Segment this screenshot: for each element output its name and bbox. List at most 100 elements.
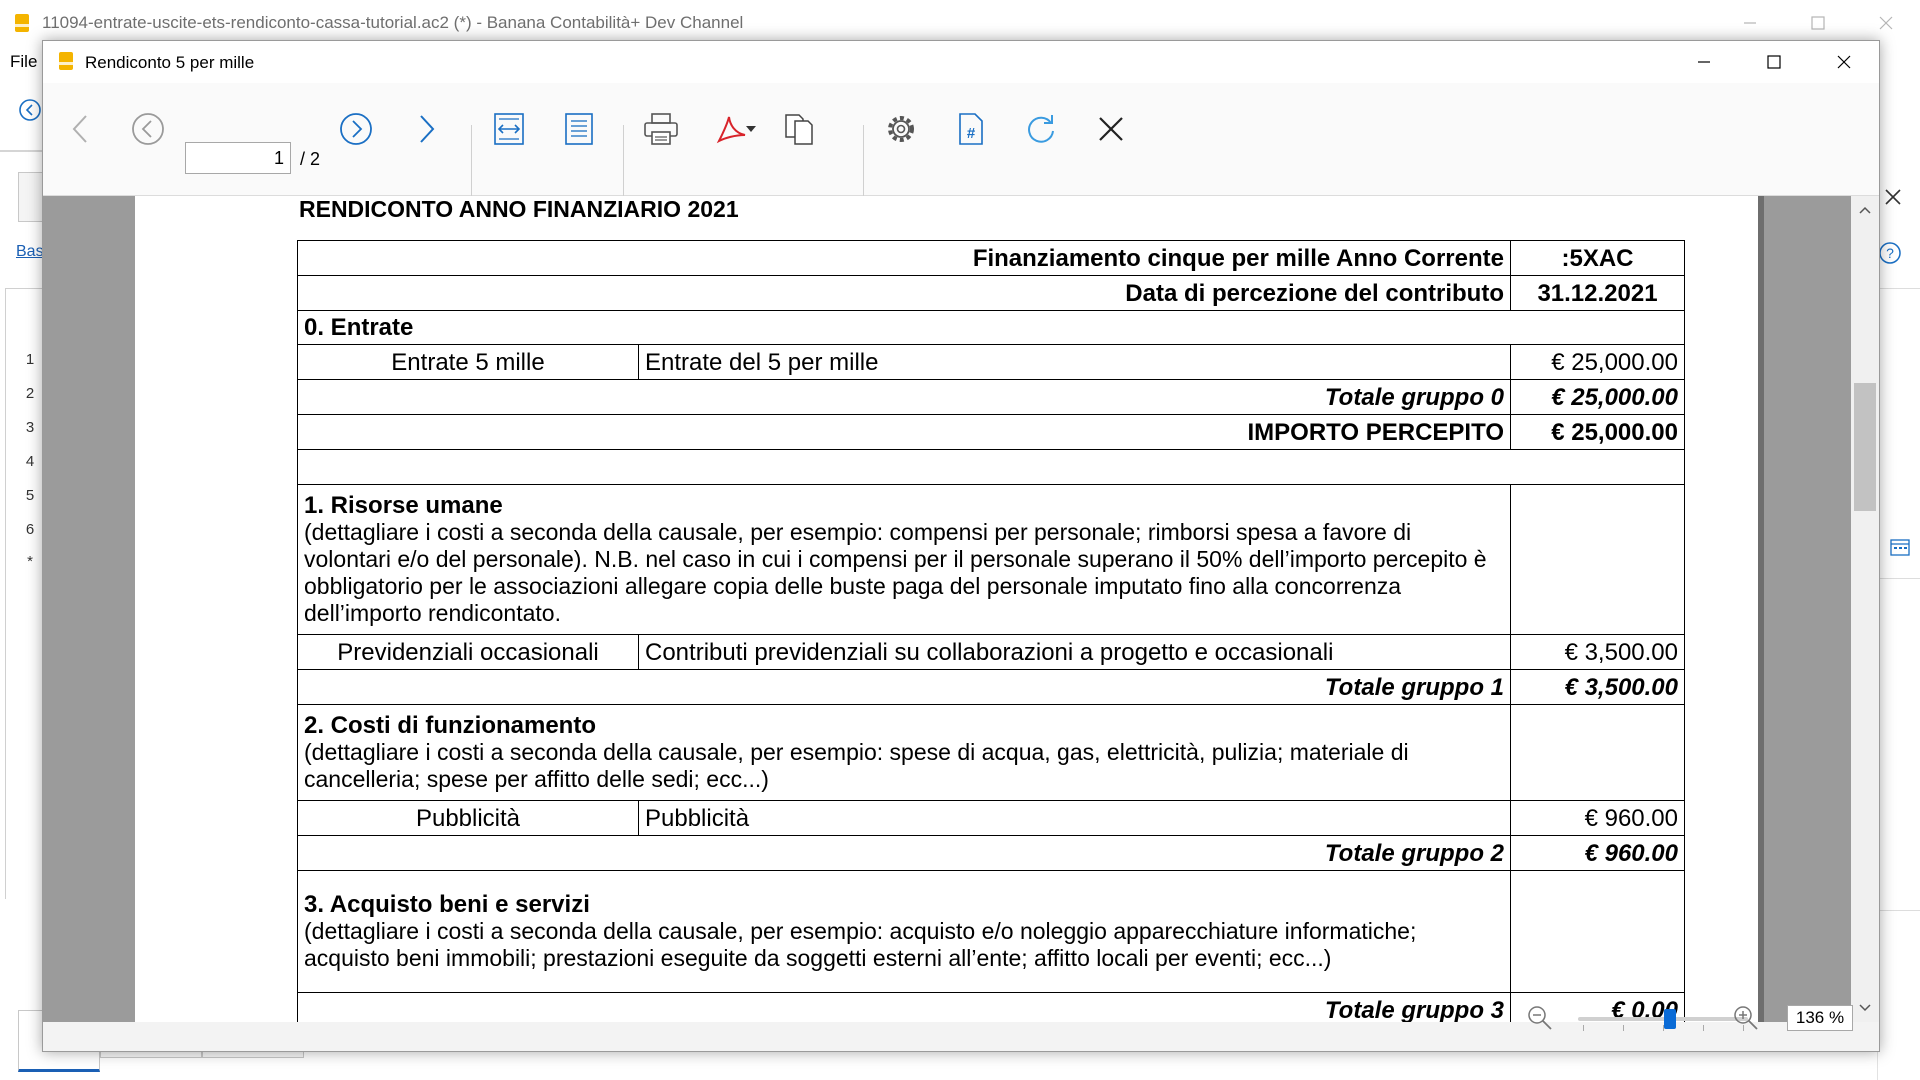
refresh-icon (1028, 115, 1054, 143)
page-number-input[interactable] (185, 142, 291, 174)
total-label: Totale gruppo 3 (297, 992, 1511, 1022)
date-label: Data di percezione del contributo (297, 275, 1511, 311)
close-icon (1879, 16, 1893, 30)
row-number[interactable]: 4 (20, 453, 40, 470)
zoom-in-icon[interactable] (1731, 1003, 1761, 1033)
previous-page-button[interactable] (128, 109, 168, 149)
scroll-up-button[interactable] (1851, 196, 1879, 224)
help-icon[interactable]: ? (1877, 240, 1903, 266)
printer-icon (644, 113, 678, 145)
row-number[interactable]: * (20, 553, 40, 570)
vertical-scrollbar[interactable] (1851, 196, 1879, 1022)
banana-app-icon (59, 52, 73, 70)
section-title: 2. Costi di funzionamento (304, 712, 596, 739)
last-page-button[interactable] (406, 109, 446, 149)
zoom-tick (1583, 1025, 1584, 1031)
row-number[interactable]: 3 (20, 419, 40, 436)
table-row: Totale gruppo 1 € 3,500.00 (297, 669, 1685, 705)
empty-cell (297, 449, 1685, 485)
menu-file[interactable]: File (10, 52, 37, 72)
main-window-title: 11094-entrate-uscite-ets-rendiconto-cass… (42, 13, 744, 32)
section-description: (dettagliare i costi a seconda della cau… (304, 519, 1487, 626)
table-row: Totale gruppo 3 € 0.00 (297, 992, 1685, 1022)
fit-width-button[interactable] (489, 109, 529, 149)
dialog-close-button[interactable] (1809, 41, 1879, 83)
empty-cell (1510, 870, 1685, 993)
main-divider (1877, 578, 1920, 579)
row-number[interactable]: 6 (20, 521, 40, 538)
table-row: 2. Costi di funzionamento (dettagliare i… (297, 704, 1685, 801)
table-row: Data di percezione del contributo 31.12.… (297, 275, 1685, 311)
section-block: 2. Costi di funzionamento (dettagliare i… (297, 704, 1511, 801)
zoom-slider-track[interactable] (1578, 1017, 1748, 1021)
item-amount: € 960.00 (1510, 800, 1685, 836)
zoom-value-field[interactable]: 136 % (1787, 1005, 1853, 1031)
page-number-button[interactable]: # (951, 109, 991, 149)
row-number[interactable]: 1 (20, 351, 40, 368)
close-icon[interactable] (1880, 184, 1906, 210)
export-pdf-dropdown[interactable] (741, 109, 761, 149)
fit-width-icon (494, 113, 524, 145)
row-number[interactable]: 2 (20, 385, 40, 402)
main-divider (1877, 910, 1920, 911)
report-table: Finanziamento cinque per mille Anno Corr… (297, 240, 1685, 1022)
table-row: Finanziamento cinque per mille Anno Corr… (297, 240, 1685, 276)
copy-pages-icon (785, 114, 813, 145)
zoom-out-icon[interactable] (1525, 1003, 1555, 1033)
settings-button[interactable] (881, 109, 921, 149)
row-number[interactable]: 5 (20, 487, 40, 504)
circle-chevron-left-icon[interactable] (18, 98, 42, 122)
table-row: 1. Risorse umane (dettagliare i costi a … (297, 484, 1685, 635)
close-preview-button[interactable] (1091, 109, 1131, 149)
zoom-slider-handle[interactable] (1664, 1009, 1676, 1029)
print-button[interactable] (641, 109, 681, 149)
scroll-down-button[interactable] (1851, 994, 1879, 1022)
toolbar-separator (863, 125, 864, 197)
svg-text:?: ? (1886, 245, 1894, 261)
section-block: 1. Risorse umane (dettagliare i costi a … (297, 484, 1511, 635)
table-row: 0. Entrate (297, 310, 1685, 345)
circle-chevron-left-icon (132, 113, 164, 145)
scrollbar-thumb[interactable] (1854, 383, 1876, 511)
table-row: Previdenziali occasionali Contributi pre… (297, 634, 1685, 670)
next-page-button[interactable] (336, 109, 376, 149)
item-name: Previdenziali occasionali (297, 634, 639, 670)
section-description: (dettagliare i costi a seconda della cau… (304, 739, 1409, 792)
first-page-button[interactable] (61, 109, 101, 149)
preview-toolbar: / 2 (43, 83, 1879, 197)
item-description: Pubblicità (638, 800, 1511, 836)
refresh-button[interactable] (1021, 109, 1061, 149)
close-icon (1099, 117, 1123, 141)
importo-amount: € 25,000.00 (1510, 414, 1685, 450)
chevron-left-icon (72, 115, 87, 143)
total-amount: € 960.00 (1510, 835, 1685, 871)
minimize-icon (1698, 61, 1710, 63)
zoom-tick (1623, 1025, 1624, 1031)
preview-area[interactable]: RENDICONTO ANNO FINANZIARIO 2021 Finanzi… (43, 196, 1851, 1022)
empty-cell (1510, 704, 1685, 801)
maximize-icon (1767, 55, 1781, 69)
item-amount: € 3,500.00 (1510, 634, 1685, 670)
section-title: 1. Risorse umane (304, 492, 503, 519)
copy-pages-button[interactable] (779, 109, 819, 149)
total-label: Totale gruppo 1 (297, 669, 1511, 705)
dialog-minimize-button[interactable] (1669, 41, 1739, 83)
main-row-header: 1 2 3 4 5 6 * (5, 288, 46, 899)
main-link-base[interactable]: Bas (16, 243, 44, 261)
report-page: RENDICONTO ANNO FINANZIARIO 2021 Finanzi… (135, 196, 1758, 1022)
circle-chevron-right-icon (340, 113, 372, 145)
svg-text:#: # (967, 125, 976, 142)
dialog-maximize-button[interactable] (1739, 41, 1809, 83)
fit-page-button[interactable] (559, 109, 599, 149)
total-label: Totale gruppo 2 (297, 835, 1511, 871)
table-row: Entrate 5 mille Entrate del 5 per mille … (297, 344, 1685, 380)
importo-label: IMPORTO PERCEPITO (297, 414, 1511, 450)
dialog-title: Rendiconto 5 per mille (85, 53, 255, 72)
total-label: Totale gruppo 0 (297, 379, 1511, 415)
banana-app-icon (15, 14, 29, 32)
preview-dialog: Rendiconto 5 per mille / 2 (42, 40, 1880, 1052)
total-amount: € 25,000.00 (1510, 379, 1685, 415)
toolbar-separator (471, 125, 472, 197)
calendar-icon[interactable] (1890, 538, 1910, 556)
item-name: Entrate 5 mille (297, 344, 639, 380)
